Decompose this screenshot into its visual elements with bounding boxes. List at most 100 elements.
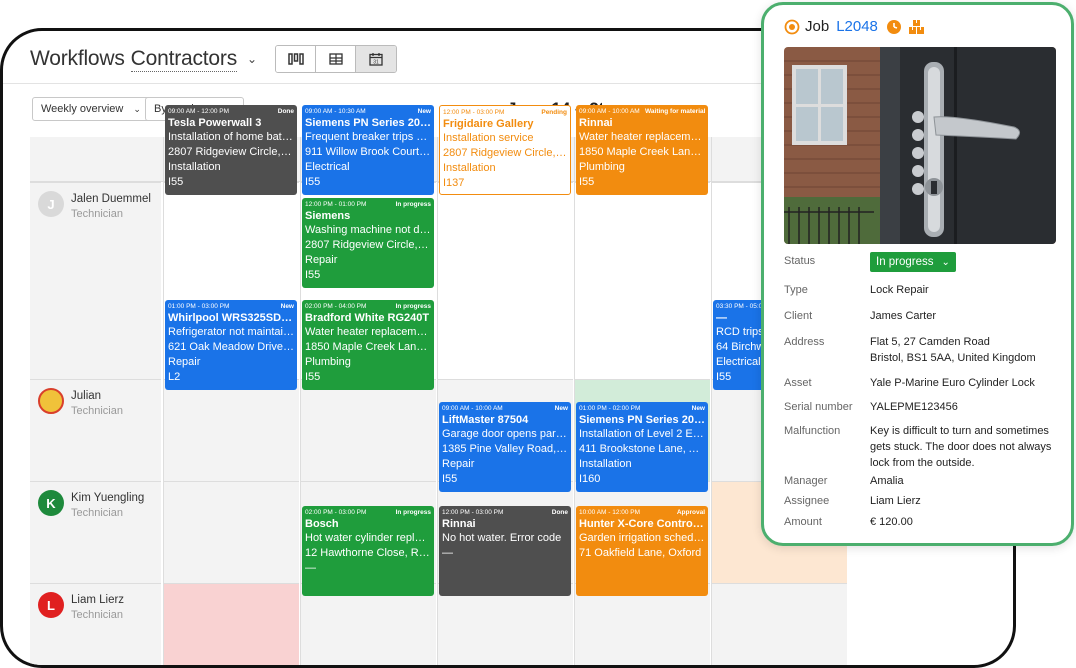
kanban-view-button[interactable]	[276, 46, 317, 72]
card-time: 02:00 PM - 04:00 PM	[305, 303, 367, 310]
card-meta: 09:00 AM - 10:00 AM New	[442, 405, 568, 413]
card-time: 02:00 PM - 03:00 PM	[305, 509, 367, 516]
card-status: In progress	[395, 303, 431, 310]
employee-role: Technician	[71, 507, 123, 519]
card-status: Pending	[541, 109, 567, 116]
field-value: Yale P-Marine Euro Cylinder Lock	[870, 375, 1035, 391]
job-id-link[interactable]: L2048	[836, 18, 878, 35]
employee-cell: J Jalen Duemmel Technician	[30, 182, 161, 379]
employee-role: Technician	[71, 609, 123, 621]
field-value: Key is difficult to turn and sometimes ge…	[870, 423, 1051, 471]
title-bar: Workflows Contractors ⌄ 31	[30, 45, 398, 73]
card-title: Rinnai	[442, 518, 476, 530]
employee-name: Julian	[71, 390, 102, 402]
field-value: Lock Repair	[870, 282, 929, 298]
radio-status-icon	[784, 19, 800, 34]
subtitle-dropdown[interactable]: Contractors	[130, 47, 237, 72]
job-card[interactable]: 12:00 PM - 03:00 PM Pending Frigidaire Gal…	[439, 105, 571, 195]
schedule-cell[interactable]	[574, 182, 710, 379]
field-label: Malfunction	[784, 425, 841, 437]
boxes-icon	[908, 19, 924, 34]
card-title: Bosch	[305, 518, 339, 530]
field-value-line: € 120.00	[870, 516, 913, 528]
card-line: Garden irrigation schedule	[579, 532, 705, 544]
job-card[interactable]: 09:00 AM - 10:30 AM New Siemens PN Series …	[302, 105, 434, 195]
job-card[interactable]: 09:00 AM - 12:00 PM Done Tesla Powerwall 3…	[165, 105, 297, 195]
schedule-cell[interactable]	[163, 583, 299, 665]
card-line: Hot water cylinder replacement	[305, 532, 431, 544]
card-line: 411 Brookstone Lane, Austin	[579, 443, 705, 455]
avatar: K	[38, 490, 64, 516]
schedule-cell[interactable]	[300, 379, 436, 481]
job-card[interactable]: 01:00 PM - 03:00 PM New Whirlpool WRS325SD…	[165, 300, 297, 390]
field-value: Flat 5, 27 Camden Road Bristol, BS1 5AA, …	[870, 334, 1036, 366]
schedule-cell[interactable]	[437, 182, 573, 379]
employee-role: Technician	[71, 405, 123, 417]
field-label: Type	[784, 284, 808, 296]
job-label: Job	[805, 18, 830, 35]
card-time: 09:00 AM - 10:30 AM	[305, 108, 366, 115]
chevron-down-icon: ⌄	[941, 256, 950, 268]
asset-photo	[784, 47, 1056, 244]
employee-role: Technician	[71, 208, 123, 220]
card-status: New	[554, 405, 568, 412]
field-value: YALEPME123456	[870, 399, 958, 415]
card-line: I55	[305, 176, 321, 188]
status-dropdown[interactable]: In progress ⌄	[870, 252, 956, 272]
overview-label: Weekly overview	[41, 103, 124, 115]
card-line: 1385 Pine Valley Road, Salem	[442, 443, 568, 455]
field-value-line: Yale P-Marine Euro Cylinder Lock	[870, 377, 1035, 389]
employee-cell: Julian Technician	[30, 379, 161, 481]
card-title: Siemens PN Series 200A	[305, 117, 431, 129]
overview-dropdown[interactable]: Weekly overview ⌄	[32, 97, 150, 121]
card-status: In progress	[395, 201, 431, 208]
avatar: L	[38, 592, 64, 618]
card-meta: 09:00 AM - 12:00 PM Done	[168, 108, 294, 116]
card-time: 10:00 AM - 12:00 PM	[579, 509, 641, 516]
employee[interactable]: J Jalen Duemmel Technician	[38, 191, 151, 220]
card-time: 12:00 PM - 03:00 PM	[443, 109, 505, 116]
card-line: Water heater replacement	[579, 131, 705, 143]
title-text: Workflows	[30, 47, 125, 70]
card-line: I160	[579, 473, 601, 485]
card-title: Frigidaire Gallery	[443, 118, 534, 130]
field-value-line: Amalia	[870, 475, 904, 487]
card-line: Electrical	[305, 161, 350, 173]
schedule-cell[interactable]	[711, 583, 847, 665]
kanban-icon	[287, 53, 304, 65]
field-value: Liam Lierz	[870, 493, 921, 509]
employee[interactable]: Julian Technician	[38, 388, 123, 417]
card-line: 2807 Ridgeview Circle, Pleasant	[168, 146, 294, 158]
card-line: Installation of home battery	[168, 131, 294, 143]
card-time: 12:00 PM - 03:00 PM	[442, 509, 504, 516]
card-status: Waiting for materials	[645, 108, 705, 115]
card-line: Installation	[443, 162, 496, 174]
employee[interactable]: K Kim Yuengling Technician	[38, 490, 144, 519]
field-value-line: lock from the outside.	[870, 457, 975, 469]
table-view-button[interactable]	[316, 46, 357, 72]
job-card[interactable]: 09:00 AM - 10:00 AM Waiting for materials…	[576, 105, 708, 195]
schedule-cell[interactable]	[163, 379, 299, 481]
svg-text:31: 31	[373, 60, 379, 66]
field-value-line: Key is difficult to turn and sometimes	[870, 425, 1049, 437]
card-line: 71 Oakfield Lane, Oxford	[579, 547, 702, 559]
card-line: Repair	[168, 356, 201, 368]
job-card[interactable]: 02:00 PM - 03:00 PM In progress Bosch Hot w…	[302, 506, 434, 596]
employee[interactable]: L Liam Lierz Technician	[38, 592, 124, 621]
job-card[interactable]: 01:00 PM - 02:00 PM New Siemens PN Series …	[576, 402, 708, 492]
card-status: New	[280, 303, 294, 310]
job-card[interactable]: 02:00 PM - 04:00 PM In progress Bradford W…	[302, 300, 434, 390]
job-card[interactable]: 09:00 AM - 10:00 AM New LiftMaster 87504 Ga…	[439, 402, 571, 492]
job-card[interactable]: 12:00 PM - 03:00 PM Done Rinnai No hot wate…	[439, 506, 571, 596]
card-line: —	[442, 547, 453, 559]
field-label: Manager	[784, 475, 828, 487]
card-line: I137	[443, 177, 465, 189]
field-label: Serial number	[784, 401, 853, 413]
job-detail-panel: Job L2048 Status In progress ⌄ Type Lock Rep…	[761, 2, 1074, 546]
job-card[interactable]: 10:00 AM - 12:00 PM Approval Hunter X-Core…	[576, 506, 708, 596]
calendar-view-button[interactable]: 31	[356, 46, 397, 72]
job-card[interactable]: 12:00 PM - 01:00 PM In progress Siemens Was…	[302, 198, 434, 288]
card-meta: 10:00 AM - 12:00 PM Approval	[579, 509, 705, 517]
chevron-down-icon[interactable]: ⌄	[247, 52, 257, 66]
schedule-cell[interactable]	[163, 481, 299, 583]
